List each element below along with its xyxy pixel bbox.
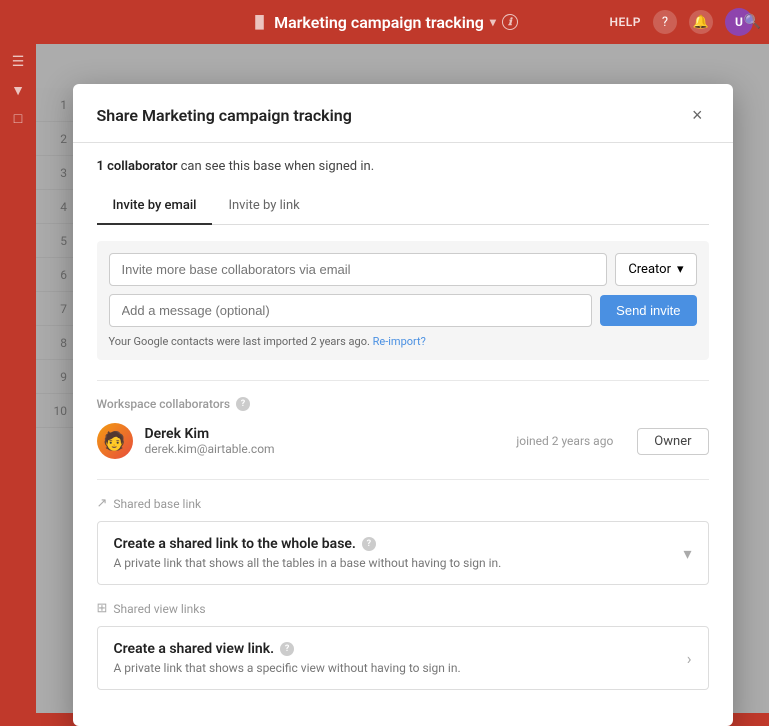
external-link-icon: ↗	[97, 496, 108, 511]
app-title-text: Marketing campaign tracking	[274, 13, 484, 32]
shared-base-help-icon[interactable]: ?	[362, 537, 376, 551]
workspace-collaborators-label: Workspace collaborators	[97, 397, 231, 411]
collaborator-email: derek.kim@airtable.com	[145, 442, 505, 456]
shared-base-link-card[interactable]: Create a shared link to the whole base. …	[97, 521, 709, 585]
shared-view-link-title-text: Create a shared view link.	[114, 641, 275, 657]
reimport-link[interactable]: Re-import?	[373, 335, 426, 348]
app-header: ▐▌ Marketing campaign tracking ▾ ℹ HELP …	[0, 0, 769, 44]
collaborator-suffix: can see this base when signed in.	[177, 159, 374, 174]
app-title: ▐▌ Marketing campaign tracking ▾ ℹ	[251, 13, 518, 32]
modal-title: Share Marketing campaign tracking	[97, 106, 352, 125]
invite-box: Creator ▾ Send invite Your Google contac…	[97, 241, 709, 360]
sidebar-menu-icon[interactable]: ☰	[8, 52, 28, 72]
shared-view-link-desc: A private link that shows a specific vie…	[114, 661, 461, 675]
shared-base-link-label: ↗ Shared base link	[97, 496, 709, 511]
shared-view-icon: ⊞	[97, 601, 108, 616]
title-chevron-icon[interactable]: ▾	[490, 15, 496, 29]
section-divider	[97, 380, 709, 381]
tab-invite-link-label: Invite by link	[228, 198, 299, 213]
help-label[interactable]: HELP	[610, 15, 641, 29]
workspace-help-icon[interactable]: ?	[236, 397, 250, 411]
shared-view-link-card[interactable]: Create a shared view link. ? A private l…	[97, 626, 709, 690]
grid-area: 1 2 3 4 5 6 7 8 9 10 11 records Share Ma…	[36, 44, 769, 713]
header-right-controls: HELP ? 🔔 U	[610, 8, 753, 36]
sidebar: ☰ ▼ □	[0, 44, 36, 713]
collaborator-role-badge[interactable]: Owner	[637, 428, 708, 455]
google-contacts-text: Your Google contacts were last imported …	[109, 335, 370, 348]
tab-invite-link[interactable]: Invite by link	[212, 190, 315, 225]
shared-base-link-desc: A private link that shows all the tables…	[114, 556, 502, 570]
help-icon[interactable]: ?	[653, 10, 677, 34]
shared-view-links-text: Shared view links	[113, 602, 205, 616]
shared-base-link-title-text: Create a shared link to the whole base.	[114, 536, 356, 552]
message-row: Send invite	[109, 294, 697, 327]
modal-overlay: Share Marketing campaign tracking × 1 co…	[36, 44, 769, 713]
collaborator-info: 1 collaborator can see this base when si…	[97, 159, 709, 174]
search-icon[interactable]: 🔍	[744, 14, 761, 30]
shared-base-link-content: Create a shared link to the whole base. …	[114, 536, 502, 570]
sidebar-checkbox-icon[interactable]: □	[8, 108, 28, 128]
app-body: ☰ ▼ □ 1 2 3 4 5 6 7 8 9 10 11 records Sh…	[0, 44, 769, 713]
shared-view-links-label: ⊞ Shared view links	[97, 601, 709, 616]
collaborator-info-block: Derek Kim derek.kim@airtable.com	[145, 426, 505, 456]
collaborator-row: 🧑 Derek Kim derek.kim@airtable.com joine…	[97, 423, 709, 459]
invite-email-row: Creator ▾	[109, 253, 697, 286]
workspace-collaborators-title: Workspace collaborators ?	[97, 397, 709, 411]
collaborator-count: 1 collaborator	[97, 159, 178, 174]
email-input[interactable]	[109, 253, 608, 286]
shared-view-link-content: Create a shared view link. ? A private l…	[114, 641, 461, 675]
modal-close-button[interactable]: ×	[686, 104, 709, 126]
collaborator-joined: joined 2 years ago	[516, 434, 613, 448]
collaborator-avatar: 🧑	[97, 423, 133, 459]
role-selector[interactable]: Creator ▾	[615, 253, 696, 286]
shared-base-link-title: Create a shared link to the whole base. …	[114, 536, 502, 552]
tab-invite-email[interactable]: Invite by email	[97, 190, 213, 225]
shared-view-chevron-icon: ›	[687, 649, 692, 668]
invite-tabs: Invite by email Invite by link	[97, 190, 709, 225]
role-chevron-icon: ▾	[677, 262, 684, 277]
section-divider-2	[97, 479, 709, 480]
shared-view-link-title: Create a shared view link. ?	[114, 641, 461, 657]
sidebar-expand-icon[interactable]: ▼	[8, 80, 28, 100]
share-modal: Share Marketing campaign tracking × 1 co…	[73, 84, 733, 726]
notification-icon[interactable]: 🔔	[689, 10, 713, 34]
send-invite-button[interactable]: Send invite	[600, 295, 696, 326]
tab-invite-email-label: Invite by email	[113, 198, 197, 213]
info-icon[interactable]: ℹ	[502, 14, 518, 30]
shared-base-chevron-icon: ▾	[683, 544, 691, 563]
shared-view-help-icon[interactable]: ?	[280, 642, 294, 656]
google-contacts-info: Your Google contacts were last imported …	[109, 335, 697, 348]
shared-base-link-text: Shared base link	[113, 497, 201, 511]
role-label: Creator	[628, 262, 671, 277]
message-input[interactable]	[109, 294, 593, 327]
collaborator-name: Derek Kim	[145, 426, 505, 442]
modal-header: Share Marketing campaign tracking ×	[73, 84, 733, 143]
modal-body: 1 collaborator can see this base when si…	[73, 143, 733, 726]
